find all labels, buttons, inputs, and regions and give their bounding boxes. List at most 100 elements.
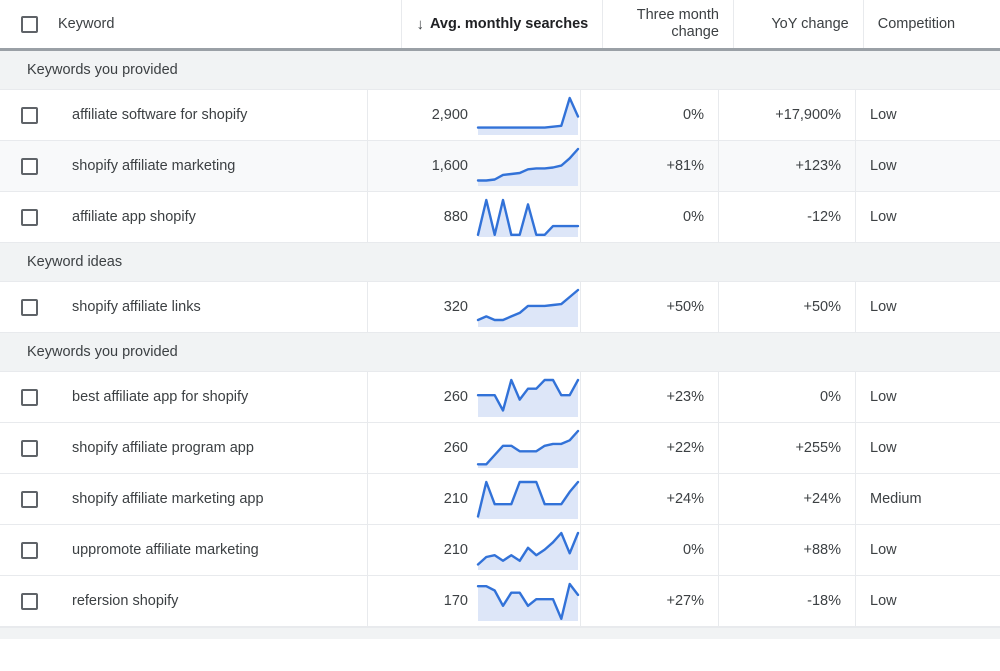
checkbox-icon[interactable] — [20, 541, 38, 559]
three-month-change-value: +24% — [666, 491, 705, 507]
yoy-change-value: +17,900% — [775, 107, 841, 123]
cell-avg-monthly-searches: 260 — [367, 423, 580, 473]
cell-keyword[interactable]: best affiliate app for shopify — [0, 372, 367, 422]
cell-avg-monthly-searches: 210 — [367, 525, 580, 575]
column-header-keyword-label: Keyword — [58, 16, 115, 32]
group-header-row: Keywords you provided — [0, 333, 1000, 372]
table-row[interactable]: shopify affiliate marketing 1,600 +81% +123… — [0, 141, 1000, 192]
cell-avg-monthly-searches: 2,900 — [367, 90, 580, 140]
row-checkbox-cell[interactable] — [0, 298, 58, 316]
cell-keyword[interactable]: shopify affiliate links — [0, 282, 367, 332]
cell-keyword[interactable]: uppromote affiliate marketing — [0, 525, 367, 575]
keyword-label: shopify affiliate marketing app — [72, 491, 264, 507]
checkbox-icon[interactable] — [20, 388, 38, 406]
avg-monthly-searches-value: 210 — [443, 491, 468, 507]
row-checkbox-cell[interactable] — [0, 388, 58, 406]
avg-monthly-searches-value: 260 — [443, 440, 468, 456]
table-row[interactable]: affiliate app shopify 880 0% -12% Low — [0, 192, 1000, 243]
column-header-avg-label: Avg. monthly searches — [429, 16, 589, 32]
row-checkbox-cell[interactable] — [0, 439, 58, 457]
cell-yoy-change: +123% — [718, 141, 855, 191]
competition-value: Low — [870, 389, 897, 405]
cell-competition: Low — [855, 282, 1000, 332]
sparkline-chart — [476, 378, 580, 417]
column-header-avg-monthly-searches[interactable]: ↓ Avg. monthly searches — [401, 0, 602, 48]
competition-value: Low — [870, 107, 897, 123]
cell-three-month-change: +50% — [580, 282, 718, 332]
group-header-row: Keyword ideas — [0, 243, 1000, 282]
sparkline-chart — [476, 198, 580, 237]
table-row[interactable]: affiliate software for shopify 2,900 0% +17… — [0, 90, 1000, 141]
checkbox-icon[interactable] — [20, 106, 38, 124]
table-row[interactable]: best affiliate app for shopify 260 +23% 0% L… — [0, 372, 1000, 423]
group-header-label: Keywords you provided — [27, 344, 178, 360]
table-row[interactable]: uppromote affiliate marketing 210 0% +88% Lo… — [0, 525, 1000, 576]
sparkline-chart — [476, 582, 580, 621]
avg-monthly-searches-value: 260 — [443, 389, 468, 405]
row-checkbox-cell[interactable] — [0, 157, 58, 175]
column-header-competition[interactable]: Competition — [862, 0, 1000, 48]
checkbox-icon[interactable] — [20, 592, 38, 610]
three-month-change-value: +50% — [666, 299, 705, 315]
three-month-change-value: 0% — [683, 209, 704, 225]
checkbox-icon[interactable] — [20, 208, 38, 226]
cell-yoy-change: +88% — [718, 525, 855, 575]
cell-keyword[interactable]: affiliate app shopify — [0, 192, 367, 242]
keyword-label: best affiliate app for shopify — [72, 389, 249, 405]
keyword-label: shopify affiliate links — [72, 299, 201, 315]
cell-three-month-change: 0% — [580, 192, 718, 242]
cell-keyword[interactable]: shopify affiliate program app — [0, 423, 367, 473]
group-header-label: Keyword ideas — [27, 254, 123, 270]
keyword-planner-table: Keyword ↓ Avg. monthly searches Three mo… — [0, 0, 1000, 671]
cell-yoy-change: 0% — [718, 372, 855, 422]
checkbox-icon[interactable] — [20, 298, 38, 316]
competition-value: Low — [870, 542, 897, 558]
checkbox-icon[interactable] — [20, 439, 38, 457]
row-checkbox-cell[interactable] — [0, 208, 58, 226]
row-checkbox-cell[interactable] — [0, 490, 58, 508]
checkbox-icon[interactable] — [20, 490, 38, 508]
yoy-change-value: +50% — [803, 299, 842, 315]
row-checkbox-cell[interactable] — [0, 106, 58, 124]
column-header-yoy-change[interactable]: YoY change — [732, 0, 863, 48]
avg-monthly-searches-value: 320 — [443, 299, 468, 315]
cell-avg-monthly-searches: 320 — [367, 282, 580, 332]
checkbox-icon[interactable] — [20, 15, 38, 33]
table-row[interactable]: shopify affiliate marketing app 210 +24% +2… — [0, 474, 1000, 525]
column-header-keyword[interactable]: Keyword — [58, 0, 401, 48]
select-all-checkbox-cell[interactable] — [0, 0, 58, 48]
sparkline-chart — [476, 429, 580, 468]
row-checkbox-cell[interactable] — [0, 541, 58, 559]
cell-competition: Low — [855, 423, 1000, 473]
table-row[interactable]: shopify affiliate program app 260 +22% +255… — [0, 423, 1000, 474]
keyword-label: affiliate software for shopify — [72, 107, 248, 123]
table-row[interactable]: refersion shopify 170 +27% -18% Low — [0, 576, 1000, 627]
competition-value: Medium — [870, 491, 922, 507]
cell-keyword[interactable]: shopify affiliate marketing — [0, 141, 367, 191]
three-month-change-value: +22% — [666, 440, 705, 456]
cell-avg-monthly-searches: 260 — [367, 372, 580, 422]
row-checkbox-cell[interactable] — [0, 592, 58, 610]
checkbox-icon[interactable] — [20, 157, 38, 175]
cell-keyword[interactable]: affiliate software for shopify — [0, 90, 367, 140]
cell-three-month-change: +22% — [580, 423, 718, 473]
column-header-competition-label: Competition — [877, 16, 956, 32]
competition-value: Low — [870, 593, 897, 609]
sparkline-chart — [476, 531, 580, 570]
column-header-three-month-change[interactable]: Three month change — [602, 0, 733, 48]
competition-value: Low — [870, 440, 897, 456]
cell-keyword[interactable]: refersion shopify — [0, 576, 367, 626]
keyword-label: uppromote affiliate marketing — [72, 542, 259, 558]
cell-avg-monthly-searches: 880 — [367, 192, 580, 242]
cell-keyword[interactable]: shopify affiliate marketing app — [0, 474, 367, 524]
avg-monthly-searches-value: 1,600 — [431, 158, 468, 174]
group-header-row: Keywords you provided — [0, 51, 1000, 90]
avg-monthly-searches-value: 210 — [443, 542, 468, 558]
competition-value: Low — [870, 299, 897, 315]
column-header-three-month-line2: change — [671, 24, 719, 40]
cell-yoy-change: +255% — [718, 423, 855, 473]
cell-avg-monthly-searches: 1,600 — [367, 141, 580, 191]
sparkline-chart — [476, 288, 580, 327]
table-row[interactable]: shopify affiliate links 320 +50% +50% Low — [0, 282, 1000, 333]
yoy-change-value: -12% — [807, 209, 841, 225]
